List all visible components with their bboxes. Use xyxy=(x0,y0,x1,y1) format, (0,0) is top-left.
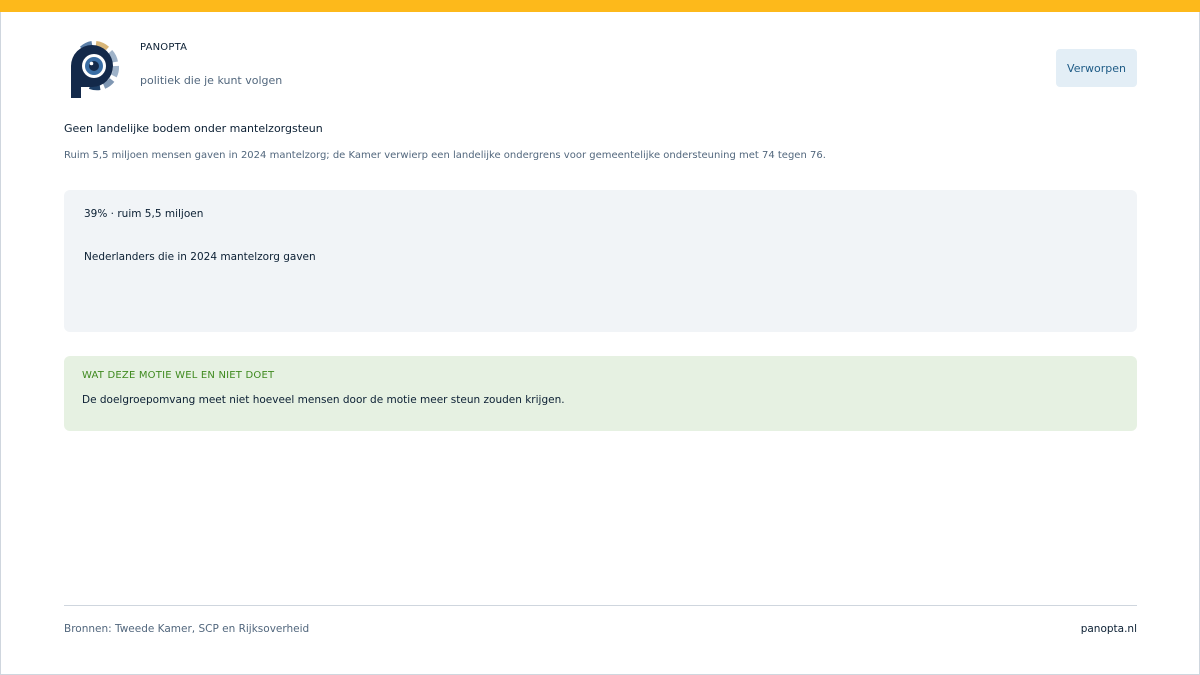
lede-text: Ruim 5,5 miljoen mensen gaven in 2024 ma… xyxy=(64,150,826,161)
stat-card: 39% · ruim 5,5 miljoen Nederlanders die … xyxy=(64,190,1137,332)
sources-text: Bronnen: Tweede Kamer, SCP en Rijksoverh… xyxy=(64,623,310,635)
stat-value: 39% · ruim 5,5 miljoen xyxy=(84,208,204,220)
accent-bar xyxy=(0,0,1200,12)
status-badge-label: Verworpen xyxy=(1067,61,1126,75)
status-badge: Verworpen xyxy=(1056,49,1137,87)
footer-divider xyxy=(64,605,1137,606)
site-link[interactable]: panopta.nl xyxy=(1081,623,1137,635)
stat-label: Nederlanders die in 2024 mantelzorg gave… xyxy=(84,251,316,263)
note-card: WAT DEZE MOTIE WEL EN NIET DOET De doelg… xyxy=(64,356,1137,431)
card-frame xyxy=(0,0,1200,675)
panopta-logo-icon xyxy=(66,40,122,102)
note-body: De doelgroepomvang meet niet hoeveel men… xyxy=(82,394,565,406)
note-heading: WAT DEZE MOTIE WEL EN NIET DOET xyxy=(82,370,275,381)
brand-name: PANOPTA xyxy=(140,42,188,53)
page-title: Geen landelijke bodem onder mantelzorgst… xyxy=(64,122,323,135)
brand-tagline: politiek die je kunt volgen xyxy=(140,74,283,87)
